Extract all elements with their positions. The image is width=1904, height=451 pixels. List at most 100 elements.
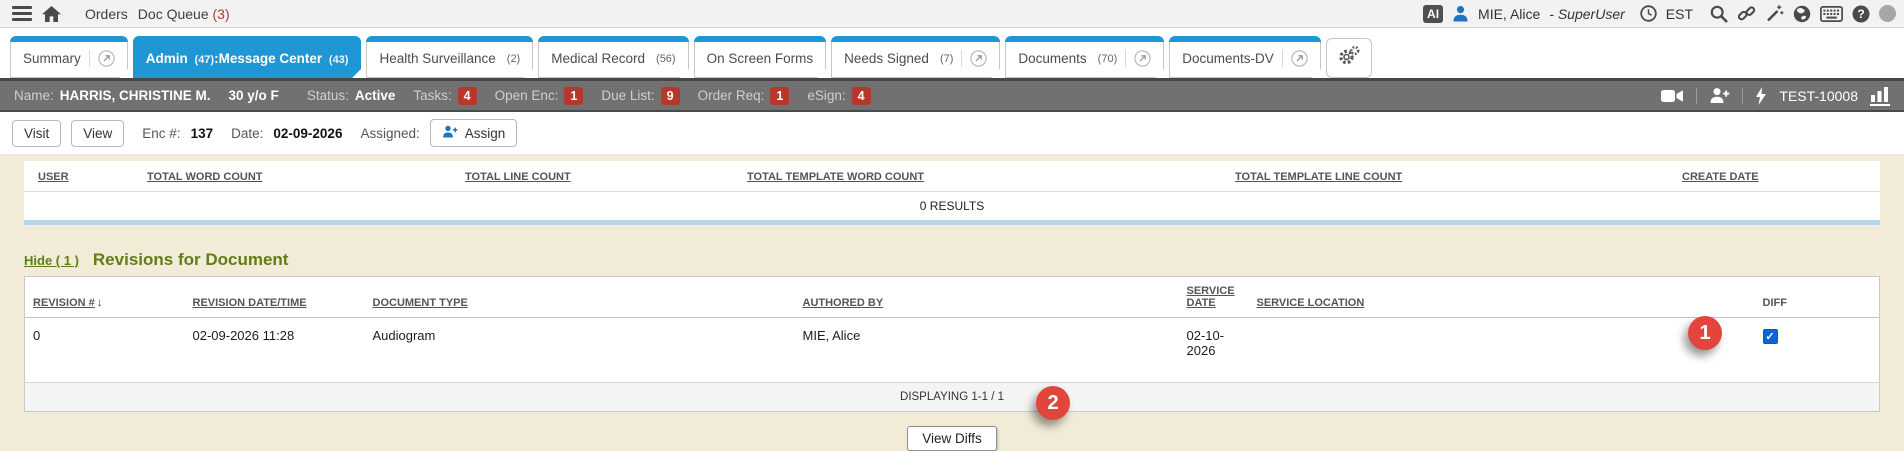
open-in-new-window-icon[interactable] <box>961 50 987 67</box>
user-role: - SuperUser <box>1549 6 1624 22</box>
search-icon[interactable] <box>1710 5 1728 23</box>
chart-tab-bar: Summary Admin (47):Message Center (43) H… <box>0 28 1904 78</box>
paging-text: DISPLAYING 1-1 / 1 <box>25 383 1880 412</box>
globe-icon[interactable] <box>1793 5 1811 23</box>
orders-menu-item[interactable]: Orders <box>85 6 128 22</box>
keyboard-icon[interactable] <box>1820 6 1843 22</box>
due-list-count-badge[interactable]: 9 <box>661 87 680 105</box>
tab-settings-button[interactable] <box>1326 38 1372 78</box>
esign-field[interactable]: eSign: 4 <box>807 87 870 105</box>
tab-documents[interactable]: Documents (70) <box>1005 36 1164 78</box>
col-header-revision-datetime[interactable]: REVISION DATE/TIME <box>185 277 365 318</box>
open-enc-count-badge[interactable]: 1 <box>564 87 583 105</box>
col-header-total-line-count[interactable]: TOTAL LINE COUNT <box>451 161 733 192</box>
col-header-total-template-line-count[interactable]: TOTAL TEMPLATE LINE COUNT <box>1221 161 1668 192</box>
add-person-icon[interactable] <box>1709 87 1730 104</box>
open-in-new-window-icon[interactable] <box>1125 50 1151 67</box>
authored-by-cell: MIE, Alice <box>795 318 1179 383</box>
patient-age-sex: 30 y/o F <box>229 88 279 103</box>
tab-label: On Screen Forms <box>707 51 814 66</box>
gears-icon <box>1337 45 1361 71</box>
wand-icon[interactable] <box>1765 4 1784 23</box>
tab-label: Medical Record <box>551 51 645 66</box>
tab-summary[interactable]: Summary <box>10 36 128 78</box>
doc-queue-label: Doc Queue <box>138 6 209 22</box>
horizontal-scrollbar[interactable] <box>24 220 1880 225</box>
order-req-field[interactable]: Order Req: 1 <box>698 87 790 105</box>
tasks-label: Tasks: <box>413 88 451 103</box>
tab-count: (7) <box>940 53 953 65</box>
ai-badge[interactable]: AI <box>1423 5 1443 23</box>
presence-indicator[interactable] <box>1879 5 1896 22</box>
revision-number-cell: 0 <box>25 318 185 383</box>
col-header-create-date[interactable]: CREATE DATE <box>1668 161 1880 192</box>
sort-descending-icon[interactable]: ↓ <box>97 295 103 309</box>
home-icon[interactable] <box>42 6 61 22</box>
check-icon: ✓ <box>1765 330 1774 343</box>
open-in-new-window-icon[interactable] <box>89 50 115 67</box>
document-content-area: USER TOTAL WORD COUNT TOTAL LINE COUNT T… <box>0 155 1904 451</box>
order-req-label: Order Req: <box>698 88 765 103</box>
tab-medical-record[interactable]: Medical Record (56) <box>538 36 688 78</box>
user-name[interactable]: MIE, Alice <box>1478 6 1540 22</box>
col-header-total-template-word-count[interactable]: TOTAL TEMPLATE WORD COUNT <box>733 161 1221 192</box>
doc-queue-menu-item[interactable]: Doc Queue (3) <box>138 6 230 22</box>
help-icon[interactable]: ? <box>1852 5 1870 23</box>
patient-status: Active <box>355 88 396 103</box>
diff-checkbox[interactable]: ✓ <box>1763 329 1778 344</box>
revision-datetime-cell: 02-09-2026 11:28 <box>185 318 365 383</box>
col-header-revision-number[interactable]: REVISION #↓ <box>25 277 185 318</box>
patient-name[interactable]: HARRIS, CHRISTINE M. <box>60 88 211 103</box>
due-list-field[interactable]: Due List: 9 <box>601 87 679 105</box>
enc-label: Enc #: <box>142 126 180 141</box>
lightning-icon[interactable] <box>1755 87 1767 105</box>
tab-documents-dv[interactable]: Documents-DV <box>1169 36 1321 78</box>
tab-needs-signed[interactable]: Needs Signed (7) <box>831 36 1000 78</box>
diff-cell: ✓ <box>1749 318 1880 383</box>
order-req-count-badge[interactable]: 1 <box>770 87 789 105</box>
tasks-count-badge[interactable]: 4 <box>458 87 477 105</box>
link-icon[interactable] <box>1737 4 1756 23</box>
tab-count: (56) <box>656 53 676 65</box>
col-header-service-date[interactable]: SERVICE DATE <box>1179 277 1249 318</box>
tab-label: Needs Signed <box>844 51 929 66</box>
assign-button[interactable]: Assign <box>430 119 518 147</box>
chart-stats-icon[interactable] <box>1870 86 1890 106</box>
open-in-new-window-icon[interactable] <box>1282 50 1308 67</box>
col-header-authored-by[interactable]: AUTHORED BY <box>795 277 1179 318</box>
assigned-label: Assigned: <box>360 126 419 141</box>
col-header-diff: DIFF <box>1749 277 1880 318</box>
clock-icon[interactable] <box>1640 5 1657 22</box>
col-header-document-type[interactable]: DOCUMENT TYPE <box>365 277 795 318</box>
tab-on-screen-forms[interactable]: On Screen Forms <box>694 36 827 78</box>
tab-admin-message-center[interactable]: Admin (47):Message Center (43) <box>133 36 362 78</box>
view-diffs-button[interactable]: View Diffs <box>907 426 997 451</box>
col-header-user[interactable]: USER <box>24 161 133 192</box>
col-header-service-location[interactable]: SERVICE LOCATION <box>1249 277 1749 318</box>
tasks-field[interactable]: Tasks: 4 <box>413 87 476 105</box>
revision-table-row[interactable]: 0 02-09-2026 11:28 Audiogram MIE, Alice … <box>25 318 1880 383</box>
service-date-cell: 02-10-2026 <box>1179 318 1249 383</box>
top-bar: Orders Doc Queue (3) AI MIE, Alice - Sup… <box>0 0 1904 28</box>
assign-person-icon <box>442 125 459 141</box>
video-camera-icon[interactable] <box>1661 89 1684 103</box>
annotation-step-1: 1 <box>1688 316 1722 350</box>
col-header-total-word-count[interactable]: TOTAL WORD COUNT <box>133 161 451 192</box>
patient-bar-right-group: TEST-10008 <box>1661 86 1890 106</box>
tab-health-surveillance[interactable]: Health Surveillance (2) <box>366 36 533 78</box>
user-icon <box>1452 5 1469 22</box>
hamburger-menu-icon[interactable] <box>12 6 32 21</box>
service-location-cell <box>1249 318 1749 383</box>
hide-revisions-link[interactable]: Hide ( 1 ) <box>24 253 79 268</box>
visit-button[interactable]: Visit <box>12 120 61 147</box>
revisions-section-title: Revisions for Document <box>93 250 289 270</box>
tab-label: Health Surveillance <box>379 51 495 66</box>
open-enc-label: Open Enc: <box>495 88 559 103</box>
enc-value: 137 <box>191 126 214 141</box>
empty-results-row: 0 RESULTS <box>24 192 1880 221</box>
assign-button-label: Assign <box>465 126 506 141</box>
open-enc-field[interactable]: Open Enc: 1 <box>495 87 584 105</box>
document-type-cell: Audiogram <box>365 318 795 383</box>
view-button[interactable]: View <box>71 120 124 147</box>
esign-count-badge[interactable]: 4 <box>852 87 871 105</box>
